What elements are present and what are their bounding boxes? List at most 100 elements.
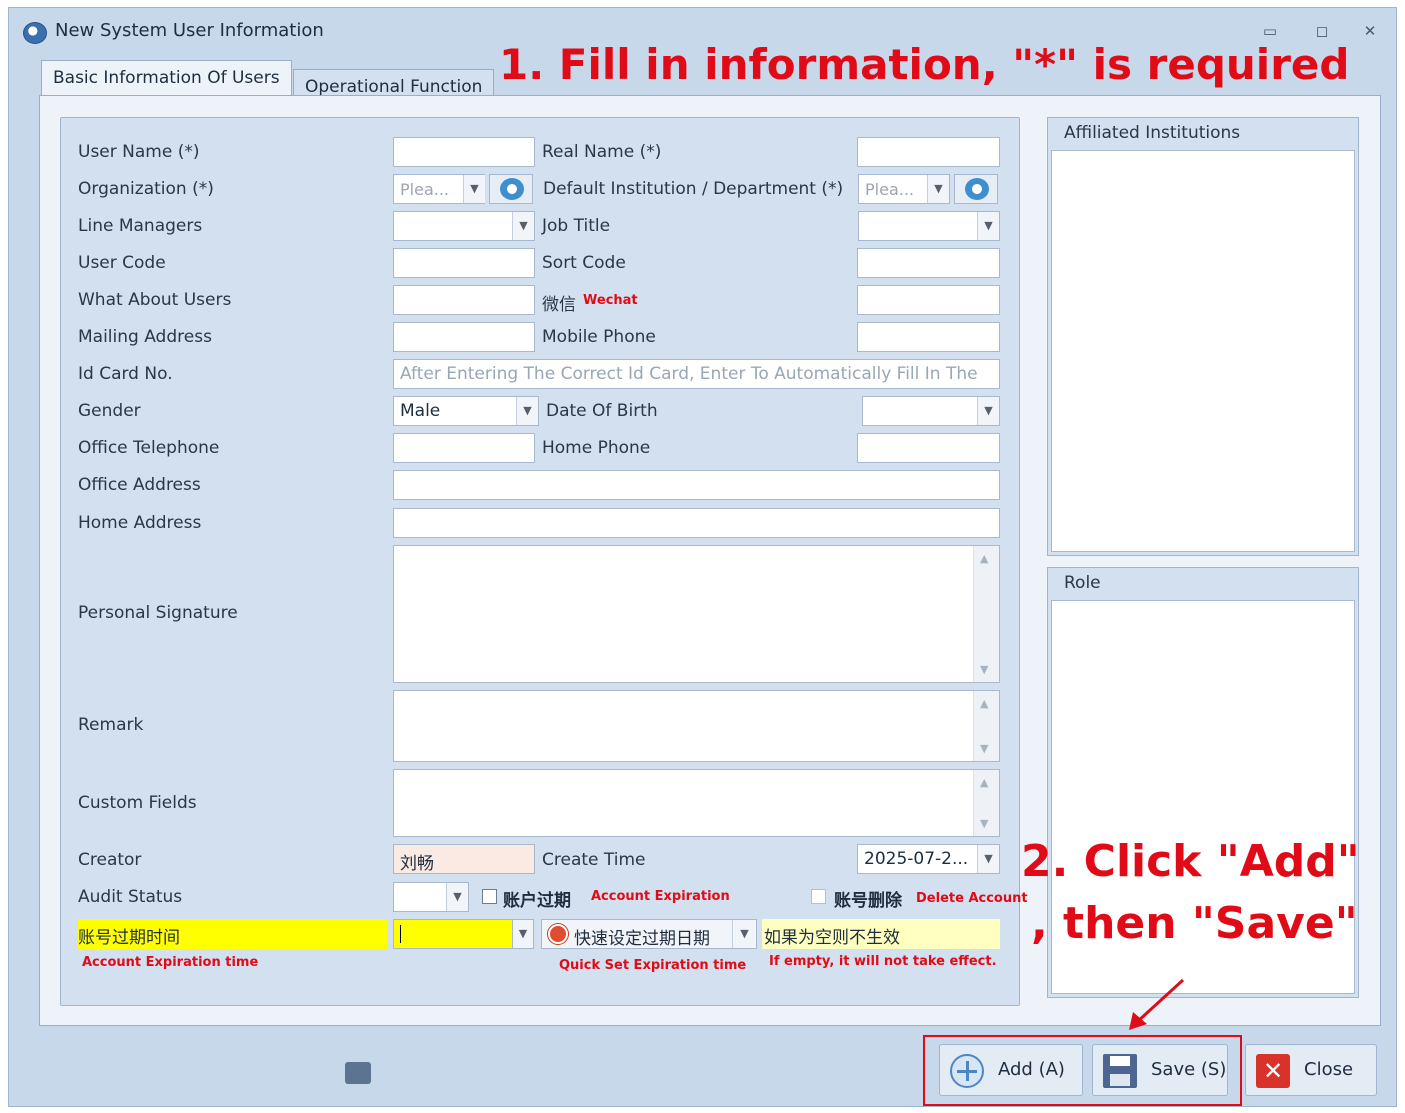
- user-name-input[interactable]: [393, 137, 535, 167]
- custom-fields-textarea[interactable]: ▲ ▼: [393, 769, 1000, 837]
- user-code-input[interactable]: [393, 248, 535, 278]
- home-phone-label: Home Phone: [542, 438, 651, 458]
- create-time-value: 2025-07-2...: [864, 849, 969, 869]
- home-address-label: Home Address: [78, 513, 202, 533]
- office-address-input[interactable]: [393, 470, 1000, 500]
- clock-icon: [548, 924, 568, 944]
- tab-basic-information[interactable]: Basic Information Of Users: [41, 60, 292, 96]
- default-institution-refresh-button[interactable]: [954, 174, 998, 204]
- maximize-button[interactable]: ◻: [1311, 22, 1333, 40]
- app-icon: [23, 22, 47, 44]
- home-phone-input[interactable]: [857, 433, 1000, 463]
- if-empty-annotation: If empty, it will not take effect.: [769, 954, 997, 969]
- chevron-down-icon[interactable]: ▼: [977, 397, 999, 425]
- id-card-label: Id Card No.: [78, 364, 173, 384]
- scroll-down-icon[interactable]: ▼: [980, 663, 988, 676]
- line-managers-label: Line Managers: [78, 216, 203, 236]
- expiration-time-dropdown[interactable]: ▼: [512, 919, 534, 949]
- chevron-down-icon[interactable]: ▼: [977, 212, 999, 240]
- account-expiration-annotation: Account Expiration: [591, 889, 730, 904]
- scrollbar[interactable]: ▲ ▼: [973, 691, 999, 761]
- affiliated-institutions-list[interactable]: [1051, 150, 1355, 552]
- mailing-address-input[interactable]: [393, 322, 535, 352]
- sort-code-input[interactable]: [857, 248, 1000, 278]
- close-button-label: Close: [1304, 1059, 1354, 1080]
- account-expiration-time-annotation: Account Expiration time: [82, 955, 259, 970]
- remark-label: Remark: [78, 715, 144, 735]
- user-code-label: User Code: [78, 253, 166, 273]
- scrollbar[interactable]: ▲ ▼: [973, 770, 999, 836]
- account-delete-checkbox[interactable]: [811, 889, 826, 904]
- empty-hint: 如果为空则不生效: [764, 928, 900, 948]
- scroll-down-icon[interactable]: ▼: [980, 742, 988, 755]
- affiliated-institutions-panel: Affiliated Institutions: [1047, 117, 1359, 556]
- scroll-up-icon[interactable]: ▲: [980, 697, 988, 710]
- arrow-icon: [1129, 978, 1185, 1030]
- real-name-input[interactable]: [857, 137, 1000, 167]
- id-card-input[interactable]: After Entering The Correct Id Card, Ente…: [393, 359, 1000, 389]
- chevron-down-icon[interactable]: ▼: [512, 212, 534, 240]
- account-expired-label: 账户过期: [503, 891, 571, 911]
- default-institution-label: Default Institution / Department (*): [543, 179, 844, 199]
- personal-signature-label: Personal Signature: [78, 603, 238, 623]
- annotation-step1: 1. Fill in information, "*" is required: [499, 40, 1350, 89]
- expiration-time-label: 账号过期时间: [78, 928, 180, 948]
- annotation-step2-line1: 2. Click "Add": [1021, 836, 1360, 887]
- scroll-up-icon[interactable]: ▲: [980, 776, 988, 789]
- what-about-users-input[interactable]: [393, 285, 535, 315]
- mobile-phone-input[interactable]: [857, 322, 1000, 352]
- refresh-icon: [965, 178, 989, 200]
- user-name-label: User Name (*): [78, 142, 200, 162]
- creator-field: 刘畅: [393, 844, 535, 874]
- job-title-select[interactable]: ▼: [858, 211, 1000, 241]
- empty-hint-box: 如果为空则不生效: [762, 919, 1000, 949]
- account-expired-checkbox[interactable]: [482, 889, 497, 904]
- delete-account-annotation: Delete Account: [916, 891, 1028, 906]
- job-title-label: Job Title: [542, 216, 611, 236]
- user-info-window: New System User Information ▭ ◻ ✕ Basic …: [8, 7, 1397, 1107]
- quick-set-annotation: Quick Set Expiration time: [559, 958, 747, 973]
- chevron-down-icon[interactable]: ▼: [516, 397, 538, 425]
- default-institution-dropdown-arrow[interactable]: ▼: [927, 175, 949, 203]
- chevron-down-icon[interactable]: ▼: [977, 845, 999, 873]
- minimize-button[interactable]: ▭: [1259, 22, 1281, 40]
- close-button[interactable]: ✕ Close: [1245, 1044, 1377, 1096]
- remark-textarea[interactable]: ▲ ▼: [393, 690, 1000, 762]
- wechat-input[interactable]: [857, 285, 1000, 315]
- line-managers-select[interactable]: ▼: [393, 211, 535, 241]
- scrollbar[interactable]: ▲ ▼: [973, 546, 999, 682]
- affiliated-institutions-header: Affiliated Institutions: [1064, 123, 1241, 143]
- refresh-icon: [500, 178, 524, 200]
- gender-value: Male: [400, 401, 441, 421]
- role-header: Role: [1064, 573, 1101, 593]
- personal-signature-textarea[interactable]: ▲ ▼: [393, 545, 1000, 683]
- date-of-birth-select[interactable]: ▼: [862, 396, 1000, 426]
- chevron-down-icon[interactable]: ▼: [732, 920, 756, 948]
- audit-status-select[interactable]: ▼: [393, 882, 469, 912]
- printer-icon[interactable]: [345, 1062, 371, 1084]
- organization-label: Organization (*): [78, 179, 214, 199]
- creator-label: Creator: [78, 850, 142, 870]
- office-telephone-label: Office Telephone: [78, 438, 220, 458]
- close-icon: ✕: [1256, 1054, 1290, 1088]
- quick-set-label: 快速设定过期日期: [574, 929, 710, 949]
- add-save-highlight-frame: [923, 1035, 1242, 1106]
- mailing-address-label: Mailing Address: [78, 327, 212, 347]
- date-of-birth-label: Date Of Birth: [546, 401, 658, 421]
- quick-set-expiration-button[interactable]: 快速设定过期日期 ▼: [541, 919, 757, 949]
- office-telephone-input[interactable]: [393, 433, 535, 463]
- gender-label: Gender: [78, 401, 141, 421]
- gender-select[interactable]: Male ▼: [393, 396, 539, 426]
- custom-fields-label: Custom Fields: [78, 793, 197, 813]
- office-address-label: Office Address: [78, 475, 201, 495]
- close-window-button[interactable]: ✕: [1359, 22, 1381, 40]
- chevron-down-icon[interactable]: ▼: [446, 883, 468, 911]
- scroll-up-icon[interactable]: ▲: [980, 552, 988, 565]
- organization-refresh-button[interactable]: [489, 174, 533, 204]
- organization-dropdown-arrow[interactable]: ▼: [463, 175, 485, 203]
- home-address-input[interactable]: [393, 508, 1000, 538]
- create-time-select[interactable]: 2025-07-2... ▼: [857, 844, 1000, 874]
- real-name-label: Real Name (*): [542, 142, 662, 162]
- sort-code-label: Sort Code: [542, 253, 626, 273]
- scroll-down-icon[interactable]: ▼: [980, 817, 988, 830]
